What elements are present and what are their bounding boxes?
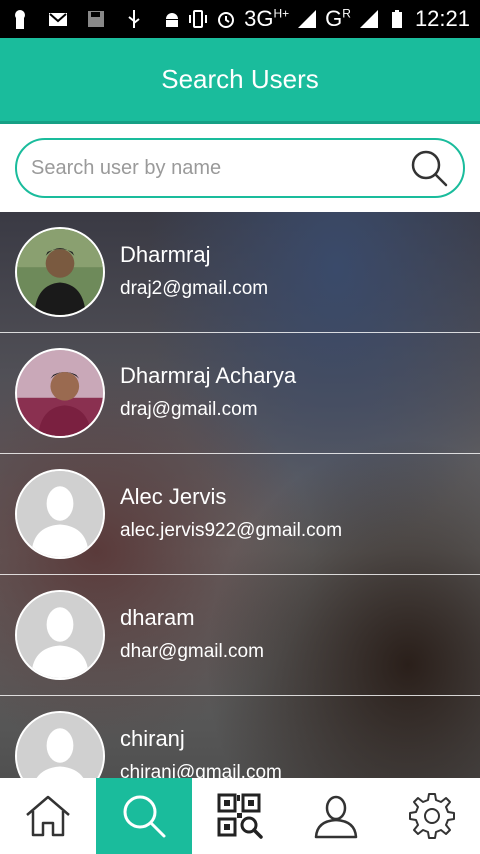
default-avatar-icon	[17, 471, 103, 557]
user-name: chiranj	[120, 726, 185, 751]
list-item[interactable]: dharam dhar@gmail.com	[0, 575, 480, 696]
nav-qr-scan[interactable]	[192, 778, 288, 854]
bottom-nav	[0, 778, 480, 854]
nav-search[interactable]	[96, 778, 192, 854]
app-bar: Search Users	[0, 38, 480, 124]
user-email: dhar@gmail.com	[120, 641, 264, 662]
list-item[interactable]: chiranj chiranj@gmail.com	[0, 696, 480, 778]
avatar	[15, 227, 105, 317]
android-icon	[166, 13, 178, 27]
user-name: Alec Jervis	[120, 484, 227, 509]
list-item[interactable]: Dharmraj Acharya draj@gmail.com	[0, 333, 480, 454]
search-icon[interactable]	[409, 148, 449, 188]
vibrate-icon	[189, 10, 208, 28]
user-email: draj@gmail.com	[120, 399, 258, 420]
user-email: chiranj@gmail.com	[120, 762, 282, 778]
network-type-2: GR	[325, 6, 351, 31]
user-email: draj2@gmail.com	[120, 278, 269, 299]
user-name: dharam	[120, 605, 195, 630]
signal-icon	[298, 10, 317, 28]
avatar	[15, 469, 105, 559]
nav-profile[interactable]	[288, 778, 384, 854]
avatar	[15, 590, 105, 680]
nav-home[interactable]	[0, 778, 96, 854]
search-icon	[123, 795, 166, 838]
user-photo-icon	[17, 229, 103, 315]
clock: 12:21	[414, 6, 470, 31]
home-icon	[26, 795, 70, 837]
signal-icon-2	[359, 10, 378, 28]
notification-icons	[10, 9, 182, 29]
user-list: Dharmraj draj2@gmail.com Dharmraj Achary…	[0, 212, 480, 778]
search-area	[0, 124, 480, 212]
avatar	[15, 348, 105, 438]
list-item[interactable]: Alec Jervis alec.jervis922@gmail.com	[0, 454, 480, 575]
gear-icon	[409, 793, 455, 839]
list-item[interactable]: Dharmraj draj2@gmail.com	[0, 212, 480, 333]
battery-icon	[391, 10, 402, 28]
save-icon	[88, 11, 104, 27]
default-avatar-icon	[17, 592, 103, 678]
user-email: alec.jervis922@gmail.com	[120, 520, 343, 541]
page-title: Search Users	[161, 64, 319, 94]
user-icon	[314, 795, 358, 839]
user-name: Dharmraj	[120, 242, 211, 267]
alarm-icon	[218, 12, 235, 28]
mail-icon	[49, 13, 67, 26]
system-icons: 3GH+ GR 12:21	[188, 6, 470, 32]
avatar	[15, 711, 105, 778]
usb-icon	[128, 10, 140, 28]
status-bar: 3GH+ GR 12:21	[0, 0, 480, 38]
qr-search-icon	[217, 793, 263, 839]
nav-settings[interactable]	[384, 778, 480, 854]
default-avatar-icon	[17, 713, 103, 778]
user-name: Dharmraj Acharya	[120, 363, 297, 388]
search-box[interactable]	[15, 138, 465, 198]
network-type: 3GH+	[244, 6, 290, 31]
search-input[interactable]	[31, 156, 409, 180]
user-photo-icon	[17, 350, 103, 436]
keyhole-icon	[15, 10, 25, 29]
